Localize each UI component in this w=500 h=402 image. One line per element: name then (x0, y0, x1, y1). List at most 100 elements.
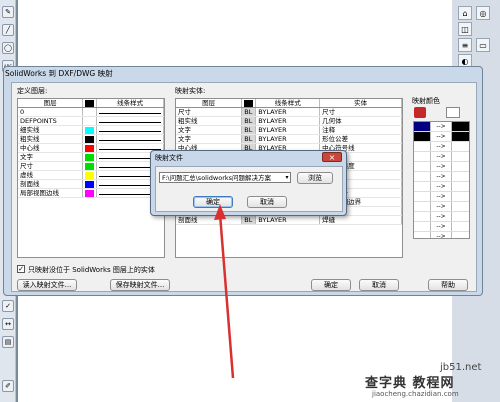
layer-row[interactable]: 虚线 (18, 170, 164, 180)
from-color-swatch[interactable] (414, 232, 431, 238)
sketch-icon[interactable]: ✎ (2, 6, 14, 18)
from-color-swatch[interactable] (414, 182, 431, 191)
layer-color-swatch[interactable] (82, 134, 98, 144)
color-map-row[interactable]: --> (414, 172, 469, 182)
to-color-swatch[interactable] (451, 202, 469, 211)
folder-icon[interactable]: ▭ (476, 38, 490, 52)
layer-color-swatch[interactable] (82, 188, 98, 198)
color-target-swatch[interactable] (446, 107, 460, 118)
color-map-row[interactable]: --> (414, 222, 469, 232)
from-color-swatch[interactable] (414, 222, 431, 231)
layer-linestyle[interactable] (96, 134, 164, 144)
to-color-swatch[interactable] (451, 122, 469, 131)
layer-color-swatch[interactable] (82, 143, 98, 153)
save-mapping-file-button[interactable]: 保存映射文件... (110, 279, 170, 291)
line-icon[interactable]: ╱ (2, 24, 14, 36)
only-map-checkbox[interactable]: ✓ (17, 265, 25, 273)
layer-row[interactable]: 剖面线 (18, 179, 164, 189)
color-map-row[interactable]: --> (414, 132, 469, 142)
dimension-icon[interactable]: ↔ (2, 318, 14, 330)
layer-color-swatch[interactable] (82, 116, 98, 126)
color-map-row[interactable]: --> (414, 232, 469, 238)
layer-linestyle[interactable] (96, 107, 164, 117)
color-map-row[interactable]: --> (414, 162, 469, 172)
read-mapping-file-button[interactable]: 读入映射文件... (17, 279, 77, 291)
color-picker-icon[interactable] (414, 107, 426, 118)
entity-row[interactable]: 粗实线 BL BYLAYER 几何体 (176, 116, 402, 126)
layers-icon[interactable]: ≡ (458, 38, 472, 52)
to-color-swatch[interactable] (451, 222, 469, 231)
color-map-row[interactable]: --> (414, 142, 469, 152)
to-color-swatch[interactable] (451, 132, 469, 141)
from-color-swatch[interactable] (414, 172, 431, 181)
from-color-swatch[interactable] (414, 192, 431, 201)
define-layers-grid[interactable]: 图层 线条样式 0 DEFPOINTS 细实线 粗实线 中心线 文字 尺寸 虚线 剖面线 局部视图… (17, 98, 165, 258)
to-color-swatch[interactable] (451, 142, 469, 151)
layer-color-swatch[interactable] (82, 170, 98, 180)
browse-button[interactable]: 浏览 (297, 172, 333, 184)
layer-color-swatch[interactable] (82, 152, 98, 162)
check-icon[interactable]: ✓ (2, 300, 14, 312)
layer-color-swatch[interactable] (82, 125, 98, 135)
to-color-swatch[interactable] (451, 172, 469, 181)
col-header-layer[interactable]: 图层 (18, 99, 84, 108)
entity-layer: 尺寸 (176, 107, 243, 117)
layer-linestyle[interactable] (96, 116, 164, 126)
entity-row[interactable]: 文字 BL BYLAYER 形位公差 (176, 134, 402, 144)
col-header-linestyle[interactable]: 线条样式 (96, 99, 164, 108)
layer-row[interactable]: 0 (18, 107, 164, 117)
globe-icon[interactable]: ◎ (476, 6, 490, 20)
layer-row[interactable]: 中心线 (18, 143, 164, 153)
color-map-row[interactable]: --> (414, 182, 469, 192)
help-button[interactable]: 帮助 (428, 279, 468, 291)
cube-icon[interactable]: ◫ (458, 22, 472, 36)
from-color-swatch[interactable] (414, 132, 431, 141)
cancel-button[interactable]: 取消 (359, 279, 399, 291)
entity-bl: BL (241, 134, 257, 144)
layer-color-swatch[interactable] (82, 179, 98, 189)
close-icon[interactable]: × (322, 152, 342, 162)
sketch-tool-icon[interactable]: ✐ (2, 380, 14, 392)
ok-button[interactable]: 确定 (311, 279, 351, 291)
from-color-swatch[interactable] (414, 212, 431, 221)
to-color-swatch[interactable] (451, 232, 469, 238)
from-color-swatch[interactable] (414, 142, 431, 151)
to-color-swatch[interactable] (451, 162, 469, 171)
col-header-color[interactable] (82, 99, 98, 108)
from-color-swatch[interactable] (414, 162, 431, 171)
to-color-swatch[interactable] (451, 182, 469, 191)
home-icon[interactable]: ⌂ (458, 6, 472, 20)
col-header-map-linestyle[interactable]: 线条样式 (255, 99, 321, 108)
dropdown-arrow-icon[interactable]: ▾ (283, 173, 291, 182)
layer-row[interactable]: 局部视图边线 (18, 188, 164, 198)
from-color-swatch[interactable] (414, 202, 431, 211)
color-map-row[interactable]: --> (414, 122, 469, 132)
col-header-entity[interactable]: 实体 (319, 99, 402, 108)
layer-row[interactable]: DEFPOINTS (18, 116, 164, 126)
col-header-map-color[interactable] (241, 99, 257, 108)
mapping-file-path-field[interactable]: F:\问题汇总\solidworks问题解决方案 (159, 172, 291, 183)
to-color-swatch[interactable] (451, 152, 469, 161)
from-color-swatch[interactable] (414, 152, 431, 161)
to-color-swatch[interactable] (451, 192, 469, 201)
entity-row[interactable]: 尺寸 BL BYLAYER 尺寸 (176, 107, 402, 117)
map-arrow: --> (436, 173, 446, 180)
layer-row[interactable]: 文字 (18, 152, 164, 162)
layer-row[interactable]: 尺寸 (18, 161, 164, 171)
color-map-row[interactable]: --> (414, 192, 469, 202)
note-icon[interactable]: ▤ (2, 336, 14, 348)
layer-row[interactable]: 粗实线 (18, 134, 164, 144)
color-map-row[interactable]: --> (414, 152, 469, 162)
color-map-row[interactable]: --> (414, 202, 469, 212)
layer-color-swatch[interactable] (82, 161, 98, 171)
layer-row[interactable]: 细实线 (18, 125, 164, 135)
from-color-swatch[interactable] (414, 122, 431, 131)
col-header-map-layer[interactable]: 图层 (176, 99, 243, 108)
to-color-swatch[interactable] (451, 212, 469, 221)
layer-color-swatch[interactable] (82, 107, 98, 117)
color-mapping-grid[interactable]: --> --> --> --> --> --> --> --> --> --> --> --> (413, 121, 470, 239)
circle-icon[interactable]: ◯ (2, 42, 14, 54)
entity-row[interactable]: 文字 BL BYLAYER 注释 (176, 125, 402, 135)
color-map-row[interactable]: --> (414, 212, 469, 222)
layer-linestyle[interactable] (96, 125, 164, 135)
